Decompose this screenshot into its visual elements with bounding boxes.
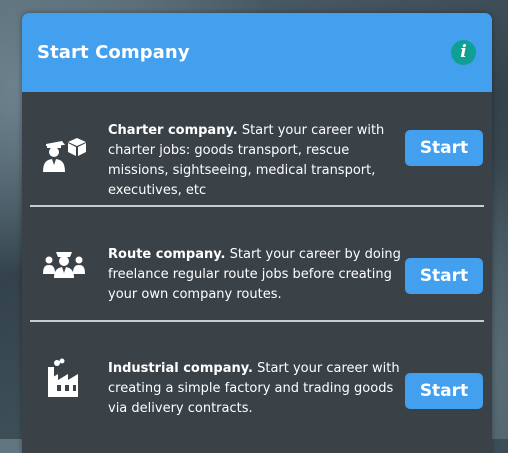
charter-pilot-package-icon bbox=[43, 138, 86, 172]
panel-header: Start Company i bbox=[22, 13, 492, 92]
company-description: Charter company. Start your career with … bbox=[108, 121, 404, 201]
company-name: Charter company. bbox=[108, 123, 238, 138]
factory-icon bbox=[48, 358, 78, 397]
info-icon[interactable]: i bbox=[451, 40, 476, 65]
start-route-button[interactable]: Start bbox=[405, 258, 483, 294]
company-name: Route company. bbox=[108, 247, 226, 262]
start-charter-button[interactable]: Start bbox=[405, 130, 483, 166]
company-description: Industrial company. Start your career wi… bbox=[108, 359, 404, 419]
company-option-industrial: Industrial company. Start your career wi… bbox=[22, 320, 492, 453]
start-company-panel: Start Company i Charter company. Start y… bbox=[22, 13, 492, 453]
start-industrial-button[interactable]: Start bbox=[405, 373, 483, 409]
company-option-charter: Charter company. Start your career with … bbox=[22, 92, 492, 206]
company-name: Industrial company. bbox=[108, 361, 253, 376]
panel-title: Start Company bbox=[37, 42, 190, 63]
company-option-route: Route company. Start your career by doin… bbox=[22, 206, 492, 320]
route-pilot-passengers-icon bbox=[43, 252, 85, 278]
company-description: Route company. Start your career by doin… bbox=[108, 245, 404, 305]
